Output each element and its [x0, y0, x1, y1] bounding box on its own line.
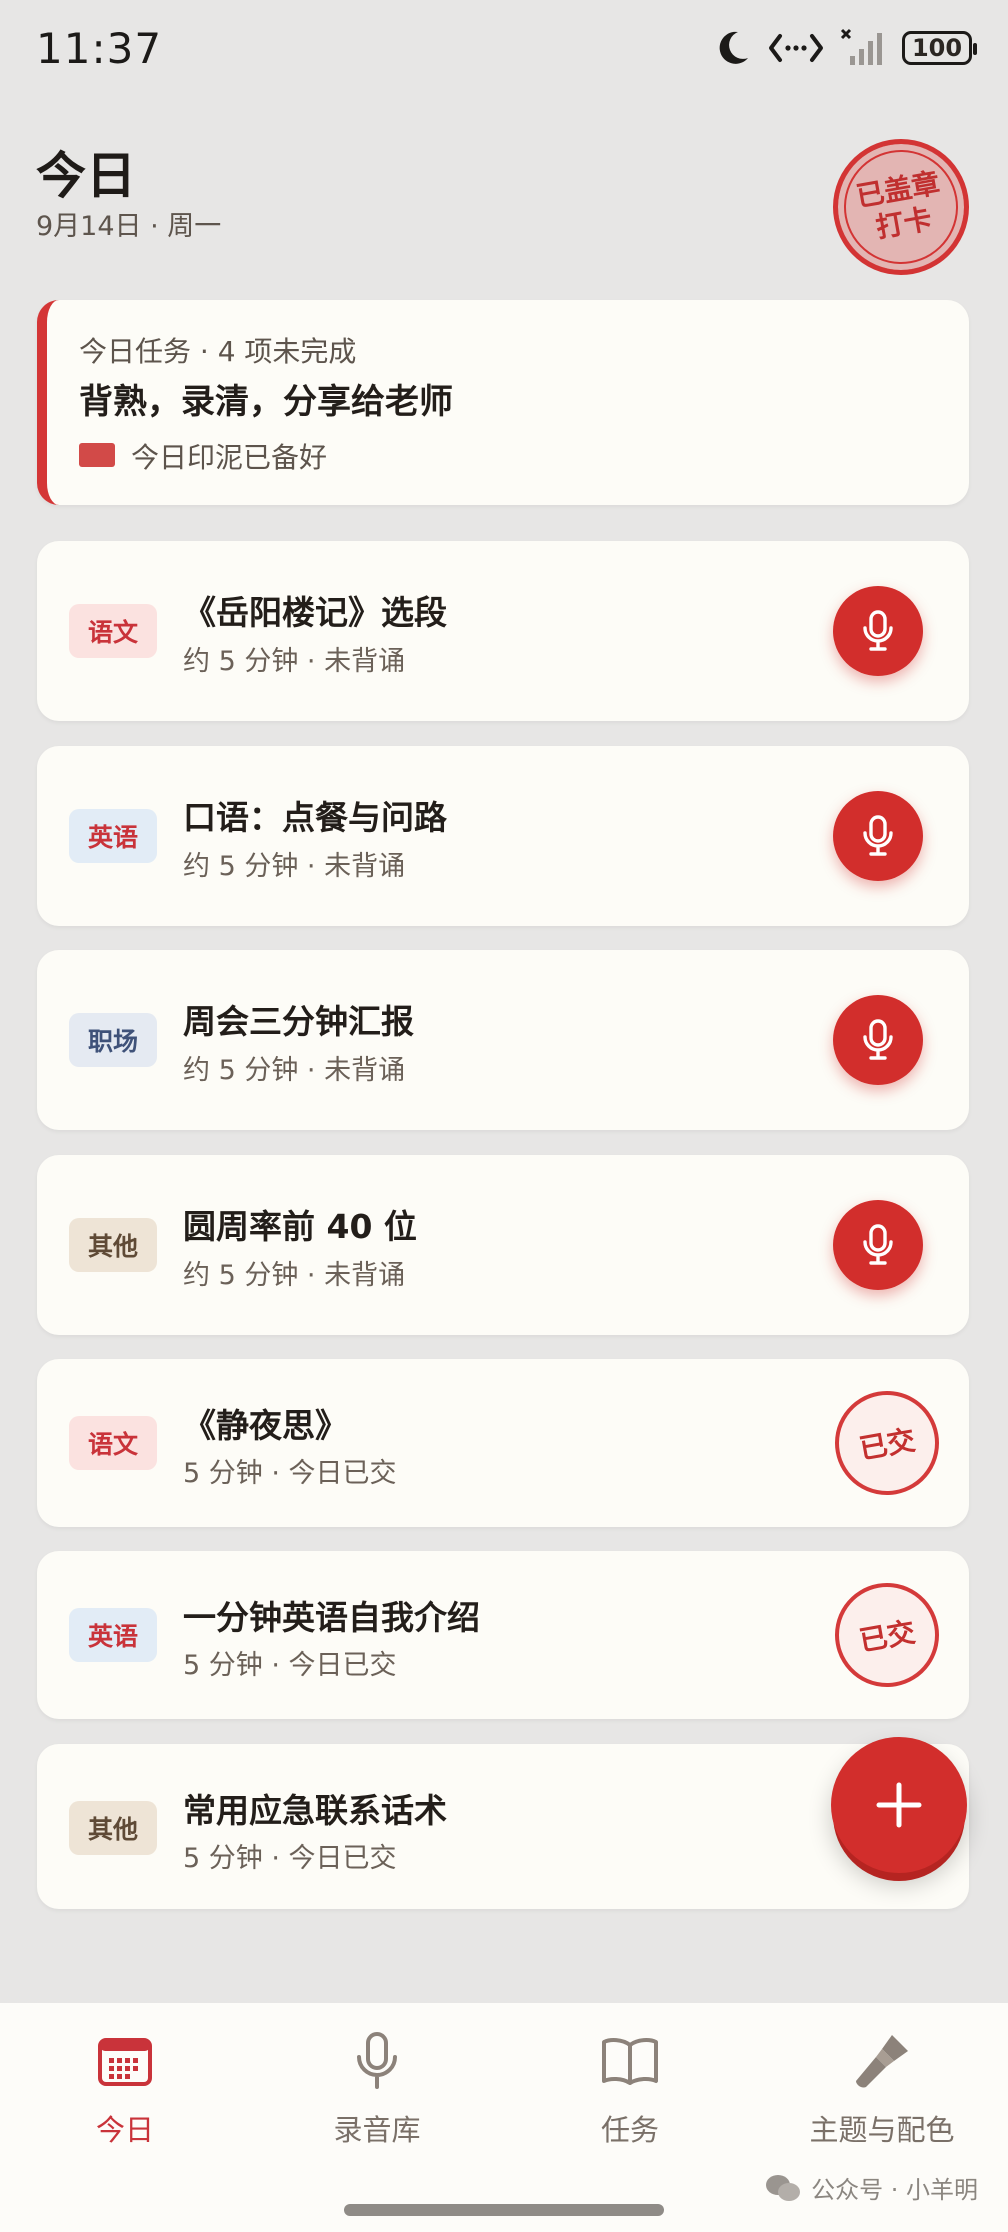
task-title: 周会三分钟汇报 — [183, 1002, 414, 1041]
nav-label: 任务 — [600, 2113, 659, 2147]
summary-headline: 背熟，录清，分享给老师 — [79, 382, 453, 422]
task-card[interactable]: 英语 一分钟英语自我介绍 5 分钟 · 今日已交 已交 — [37, 1551, 969, 1719]
task-card[interactable]: 职场 周会三分钟汇报 约 5 分钟 · 未背诵 — [37, 950, 969, 1130]
task-title: 一分钟英语自我介绍 — [183, 1598, 480, 1637]
task-title: 《静夜思》 — [183, 1406, 348, 1445]
task-card[interactable]: 英语 口语：点餐与问路 约 5 分钟 · 未背诵 — [37, 746, 969, 926]
category-tag: 其他 — [69, 1218, 157, 1272]
nav-label: 今日 — [95, 2113, 154, 2147]
summary-caption: 今日任务 · 4 项未完成 — [79, 335, 357, 368]
status-time: 11:37 — [36, 24, 163, 73]
daily-summary-card: 今日任务 · 4 项未完成 背熟，录清，分享给老师 今日印泥已备好 — [37, 300, 969, 505]
category-tag: 职场 — [69, 1013, 157, 1067]
status-bar: 11:37 100 — [0, 0, 1008, 100]
task-subtitle: 约 5 分钟 · 未背诵 — [183, 851, 406, 882]
check-in-stamp[interactable]: 已盖章 打卡 — [822, 128, 980, 286]
task-card[interactable]: 语文 《岳阳楼记》选段 约 5 分钟 · 未背诵 — [37, 541, 969, 721]
record-button[interactable] — [833, 791, 923, 881]
watermark-text: 公众号 · 小羊明 — [811, 2176, 978, 2204]
record-button[interactable] — [833, 995, 923, 1085]
submitted-badge: 已交 — [826, 1574, 948, 1696]
microphone-icon — [863, 610, 893, 651]
microphone-icon — [863, 1224, 893, 1265]
moon-icon — [719, 31, 748, 64]
nav-tab-theme[interactable]: 主题与配色 — [782, 2029, 982, 2149]
microphone-icon — [863, 815, 893, 856]
plus-icon — [876, 1782, 922, 1828]
category-tag: 英语 — [69, 1608, 157, 1662]
page-date: 9月14日 · 周一 — [36, 211, 222, 242]
nav-label: 录音库 — [333, 2113, 421, 2147]
task-title: 圆周率前 40 位 — [183, 1207, 417, 1246]
battery-icon: 100 — [902, 31, 977, 65]
task-title: 常用应急联系话术 — [183, 1791, 447, 1830]
nav-label: 主题与配色 — [809, 2113, 955, 2147]
microphone-icon — [357, 2032, 397, 2089]
task-card[interactable]: 语文 《静夜思》 5 分钟 · 今日已交 已交 — [37, 1359, 969, 1527]
task-subtitle: 5 分钟 · 今日已交 — [183, 1458, 397, 1489]
task-card[interactable]: 其他 常用应急联系话术 5 分钟 · 今日已交 — [37, 1744, 969, 1909]
home-indicator[interactable] — [344, 2204, 664, 2216]
task-title: 口语：点餐与问路 — [183, 798, 447, 837]
nav-tab-today[interactable]: 今日 — [25, 2029, 225, 2149]
status-icons: 100 — [712, 28, 977, 68]
watermark: 公众号 · 小羊明 — [765, 2170, 978, 2205]
paintbrush-icon — [856, 2035, 908, 2088]
task-subtitle: 5 分钟 · 今日已交 — [183, 1650, 397, 1681]
summary-ink-note: 今日印泥已备好 — [131, 441, 328, 474]
task-subtitle: 约 5 分钟 · 未背诵 — [183, 1055, 406, 1086]
submitted-badge: 已交 — [826, 1382, 948, 1504]
wechat-icon — [766, 2174, 801, 2201]
data-transfer-icon — [769, 34, 823, 62]
calendar-icon — [98, 2038, 152, 2086]
page-title: 今日 — [36, 147, 136, 205]
task-subtitle: 约 5 分钟 · 未背诵 — [183, 1260, 406, 1291]
category-tag: 语文 — [69, 1416, 157, 1470]
nav-tab-tasks[interactable]: 任务 — [530, 2029, 730, 2149]
nav-tab-recordings[interactable]: 录音库 — [277, 2029, 477, 2149]
add-task-button[interactable] — [831, 1737, 967, 1873]
category-tag: 其他 — [69, 1801, 157, 1855]
task-subtitle: 约 5 分钟 · 未背诵 — [183, 646, 406, 677]
category-tag: 语文 — [69, 604, 157, 658]
task-card[interactable]: 其他 圆周率前 40 位 约 5 分钟 · 未背诵 — [37, 1155, 969, 1335]
ink-pad-icon — [79, 443, 115, 467]
task-subtitle: 5 分钟 · 今日已交 — [183, 1843, 397, 1874]
category-tag: 英语 — [69, 809, 157, 863]
record-button[interactable] — [833, 586, 923, 676]
microphone-icon — [863, 1019, 893, 1060]
book-icon — [602, 2038, 658, 2085]
no-signal-icon — [840, 28, 882, 65]
record-button[interactable] — [833, 1200, 923, 1290]
task-title: 《岳阳楼记》选段 — [183, 593, 447, 632]
